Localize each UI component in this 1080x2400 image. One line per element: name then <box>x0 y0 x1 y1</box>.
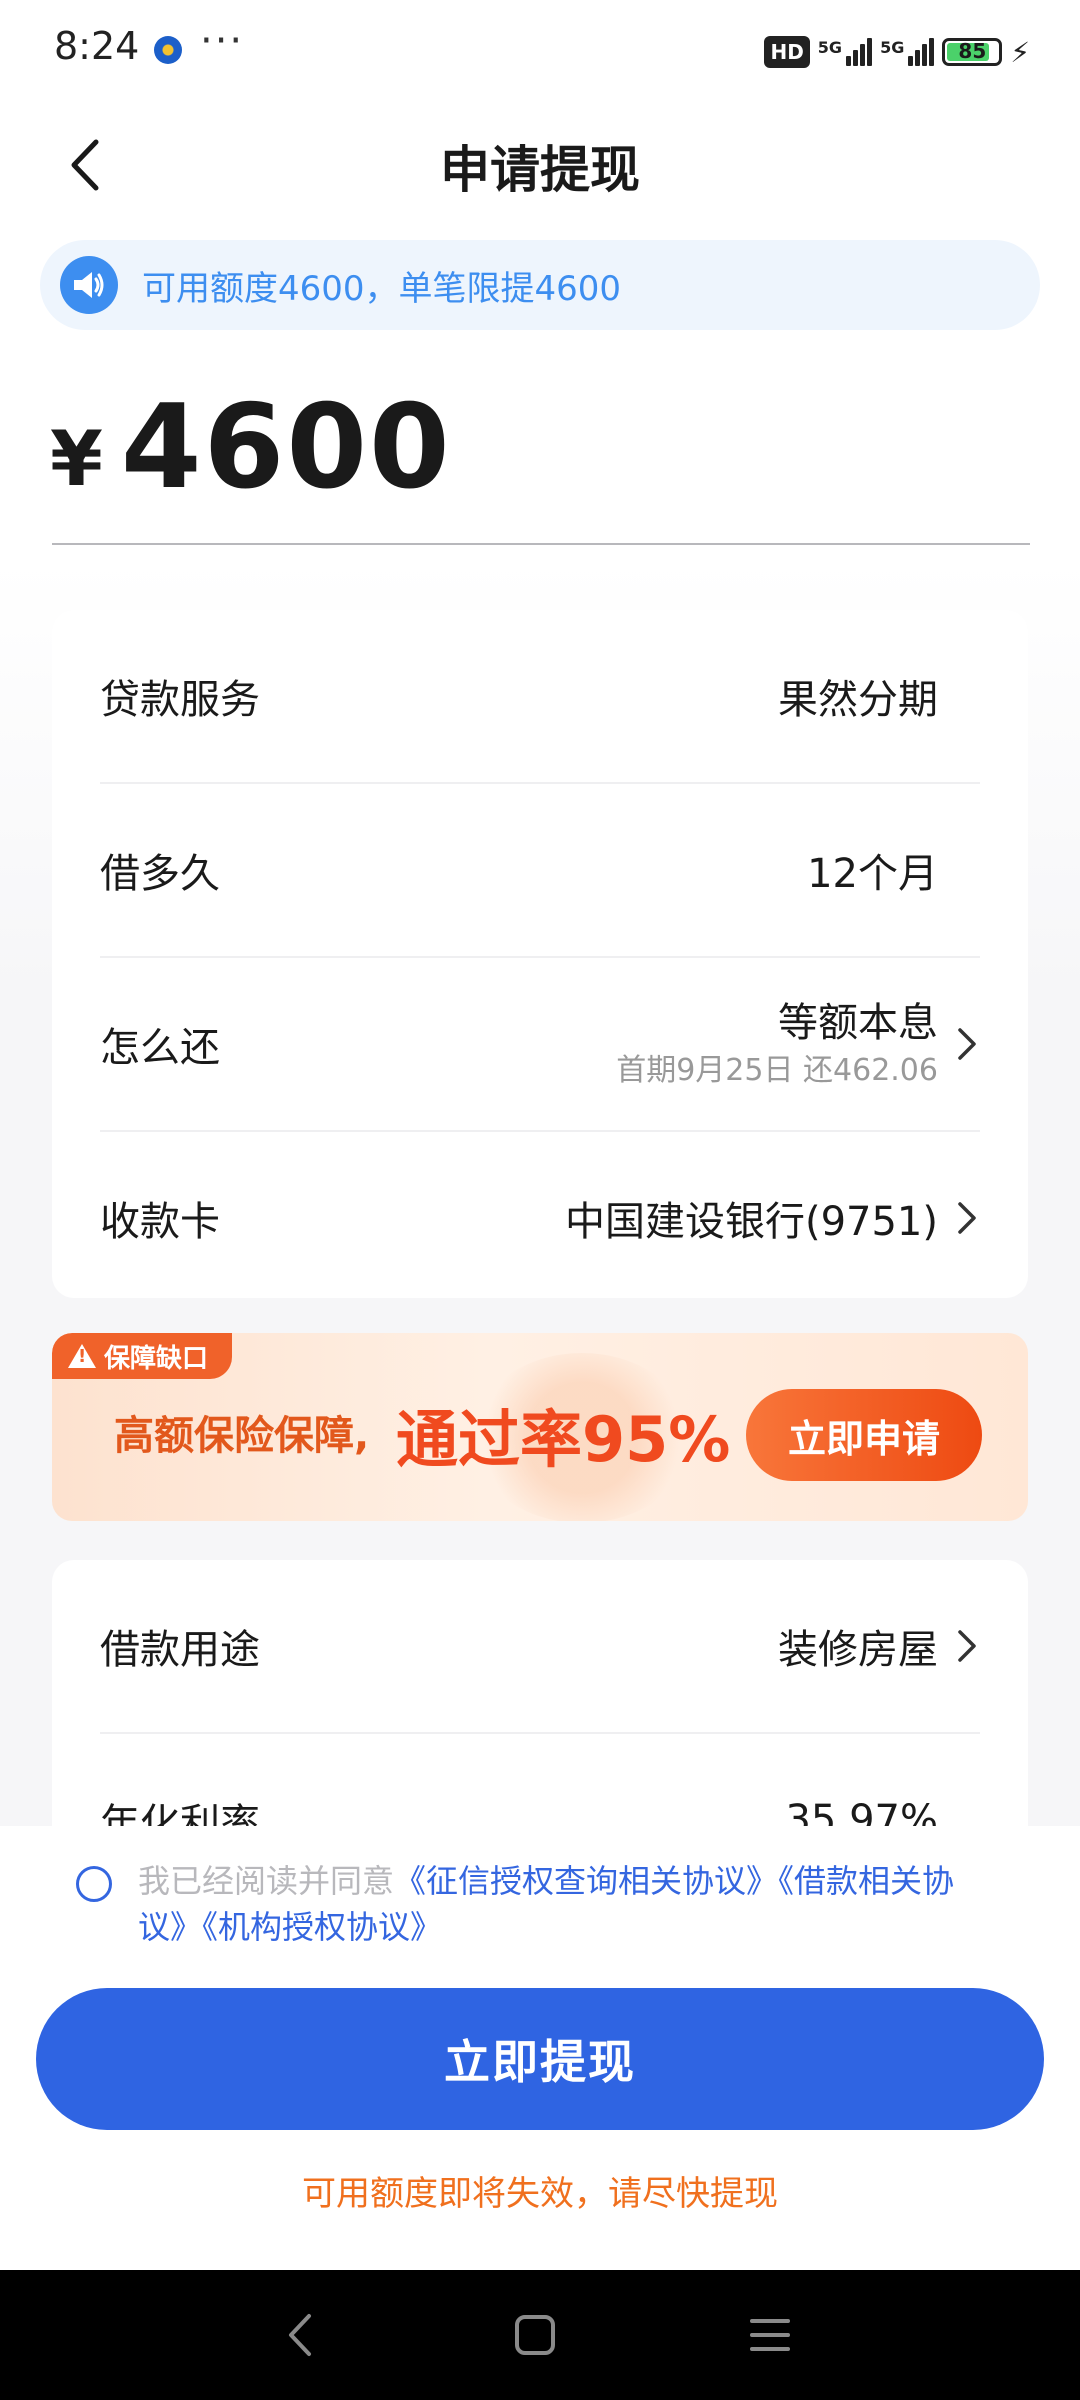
row-annual-rate: 年化利率 35.97% <box>100 1734 980 1830</box>
banner-highlight: 通过率95% <box>396 1403 731 1476</box>
row-loan-term: 借多久 12个月 <box>100 784 980 958</box>
row-label: 怎么还 <box>100 1025 220 1071</box>
banner-tag-label: 保障缺口 <box>104 1343 209 1374</box>
row-repayment-method[interactable]: 怎么还 等额本息 首期9月25日 还462.06 <box>100 958 980 1132</box>
row-value: 果然分期 <box>778 677 938 723</box>
status-time: 8:24 <box>54 24 140 68</box>
nav-menu-icon <box>750 2319 790 2351</box>
nav-home-icon <box>515 2315 555 2355</box>
row-label: 贷款服务 <box>100 677 260 723</box>
speaker-icon <box>60 256 118 314</box>
quota-expire-tip: 可用额度即将失效，请尽快提现 <box>302 2174 778 2214</box>
loan-details-card: 贷款服务 果然分期 借多久 12个月 怎么还 等额本息 首期9月25日 还462… <box>52 610 1028 1298</box>
currency-symbol: ¥ <box>50 414 103 503</box>
nav-menu-button[interactable] <box>735 2300 805 2370</box>
agreement-prefix: 我已经阅读并同意 <box>138 1862 395 1900</box>
battery-level: 85 <box>958 39 987 63</box>
credit-auth-agreement-link[interactable]: 《征信授权查询相关协议》 <box>394 1862 778 1900</box>
withdraw-now-button[interactable]: 立即提现 <box>36 1988 1044 2130</box>
hd-voice-icon: HD <box>764 36 810 68</box>
signal-icon-2: 5G <box>880 38 935 66</box>
chevron-right-icon <box>958 1028 976 1060</box>
charging-icon: ⚡ <box>1010 35 1030 69</box>
row-loan-service: 贷款服务 果然分期 <box>100 610 980 784</box>
row-value: 装修房屋 <box>778 1627 938 1673</box>
agreement-checkbox[interactable] <box>76 1866 112 1902</box>
scroll-content[interactable]: 8:24 ··· HD 5G 5G 85 ⚡ 申请提现 可用额度4600，单笔限… <box>0 0 1080 1830</box>
battery-icon: 85 <box>942 38 1003 66</box>
page-title: 申请提现 <box>440 141 640 199</box>
nav-back-icon <box>289 2314 311 2356</box>
loan-extra-card: 借款用途 装修房屋 年化利率 35.97% <box>52 1560 1028 1830</box>
insurance-banner[interactable]: 保障缺口 高额保险保障, 通过率95% 立即申请 <box>52 1333 1028 1521</box>
institution-auth-agreement-link[interactable]: 《机构授权协议》 <box>202 1908 442 1946</box>
warning-icon <box>68 1344 96 1368</box>
header: 申请提现 <box>0 100 1080 230</box>
row-label: 收款卡 <box>100 1199 220 1245</box>
amount-underline <box>52 543 1030 545</box>
chevron-right-icon <box>958 1630 976 1662</box>
agreement-text: 我已经阅读并同意《征信授权查询相关协议》《借款相关协议》《机构授权协议》 <box>138 1858 998 1950</box>
row-label: 借多久 <box>100 851 220 897</box>
apply-now-button[interactable]: 立即申请 <box>746 1389 982 1481</box>
first-installment-info: 首期9月25日 还462.06 <box>616 1053 938 1088</box>
row-value: 12个月 <box>807 851 938 897</box>
system-nav-bar <box>0 2270 1080 2400</box>
withdraw-amount[interactable]: ¥ 4600 <box>50 380 452 515</box>
signal-icon-1: 5G <box>818 38 873 66</box>
row-label: 借款用途 <box>100 1627 260 1673</box>
nav-back-button[interactable] <box>265 2300 335 2370</box>
row-value-group: 等额本息 首期9月25日 还462.06 <box>616 999 938 1089</box>
chevron-right-icon <box>958 1202 976 1234</box>
quota-notice: 可用额度4600，单笔限提4600 <box>40 240 1040 330</box>
bottom-panel: 我已经阅读并同意《征信授权查询相关协议》《借款相关协议》《机构授权协议》 立即提… <box>0 1826 1080 2272</box>
nav-home-button[interactable] <box>500 2300 570 2370</box>
row-bank-card[interactable]: 收款卡 中国建设银行(9751) <box>100 1132 980 1304</box>
status-bar: 8:24 ··· HD 5G 5G 85 ⚡ <box>0 0 1080 100</box>
amount-value[interactable]: 4600 <box>121 380 452 515</box>
app-notification-icon <box>154 36 182 64</box>
repayment-method-value: 等额本息 <box>778 1000 938 1046</box>
row-label: 年化利率 <box>100 1801 260 1830</box>
coverage-gap-tag: 保障缺口 <box>52 1333 233 1379</box>
row-loan-purpose[interactable]: 借款用途 装修房屋 <box>100 1560 980 1734</box>
more-notifications-icon: ··· <box>200 18 245 64</box>
notice-text: 可用额度4600，单笔限提4600 <box>142 268 622 309</box>
row-value: 中国建设银行(9751) <box>564 1199 938 1245</box>
status-indicators: HD 5G 5G 85 ⚡ <box>764 30 1030 74</box>
banner-text: 高额保险保障, <box>114 1413 370 1459</box>
